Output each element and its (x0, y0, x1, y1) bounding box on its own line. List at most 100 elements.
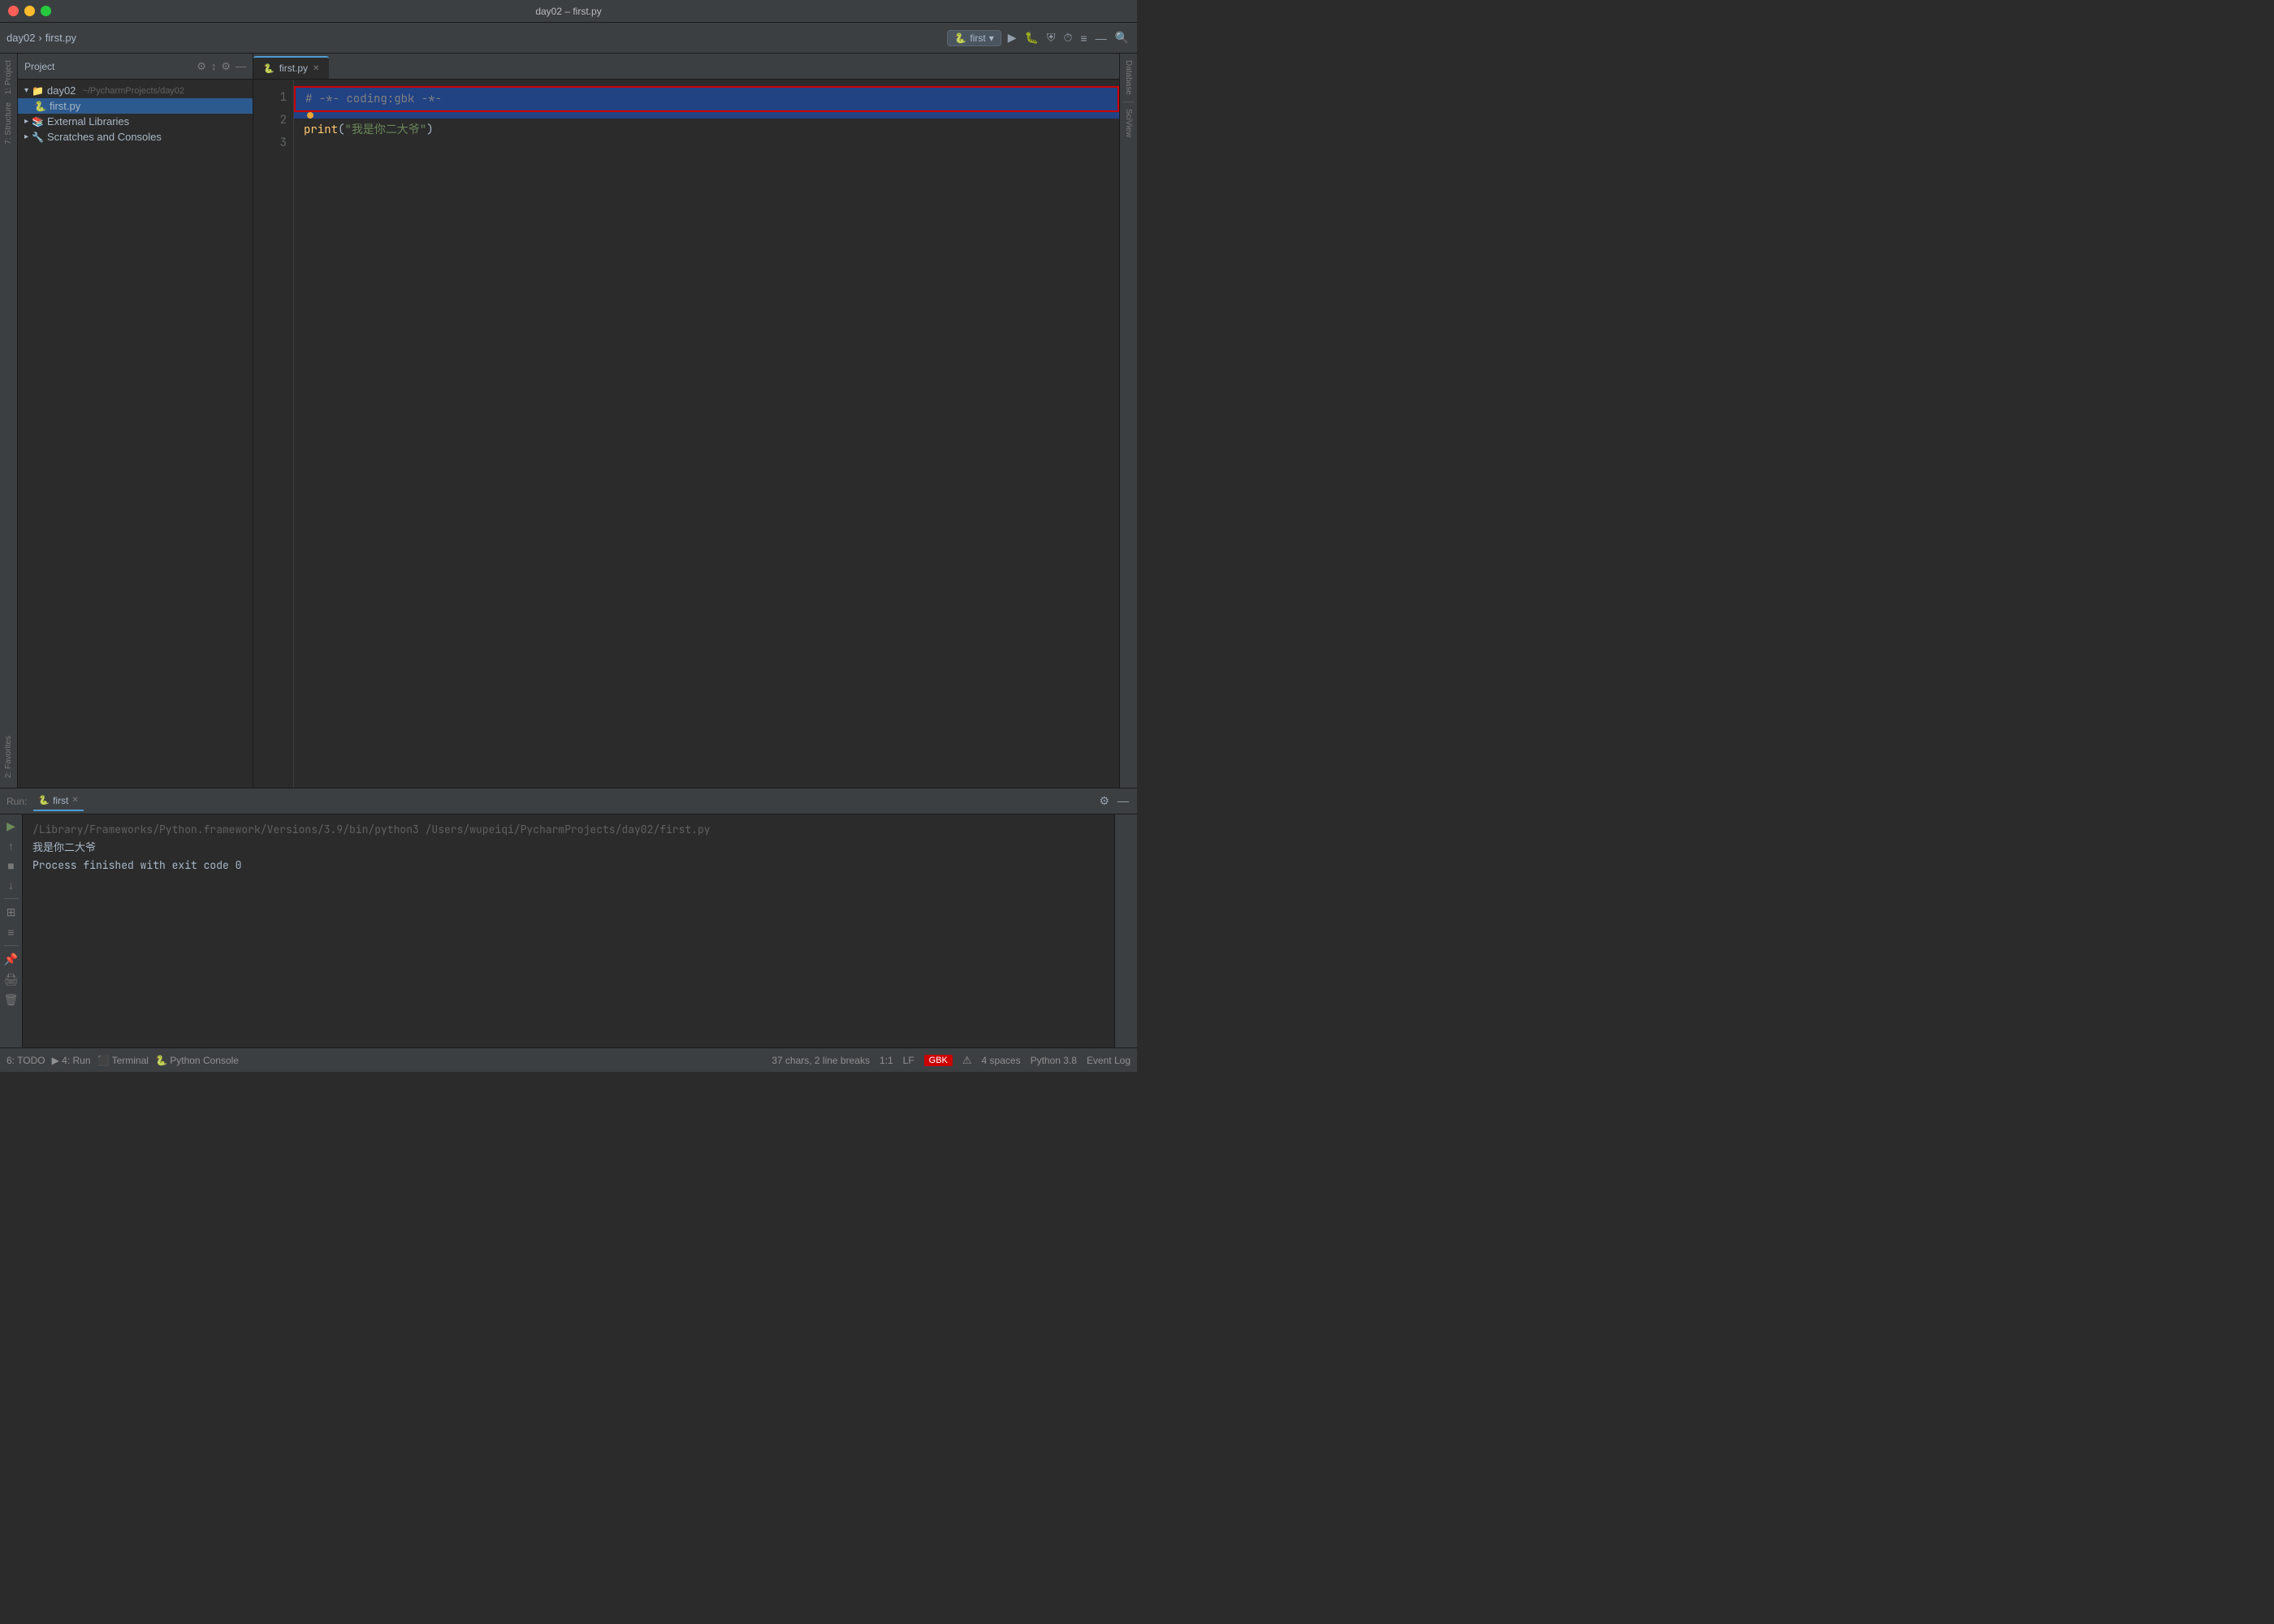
run-layout-icon[interactable]: ⊞ (6, 905, 16, 919)
minimize-button[interactable] (24, 6, 35, 16)
line-number-3: 3 (260, 132, 287, 154)
project-strip-label[interactable]: 1: Project (2, 57, 15, 97)
run-label: Run: (6, 796, 27, 807)
code-paren-close: ) (426, 119, 433, 141)
minimize-panel-button[interactable]: — (1094, 30, 1109, 46)
code-paren-open: ( (338, 119, 344, 141)
editor-content: 1 2 3 # -*- coding:gbk -*- print ( "我是你二… (253, 80, 1119, 788)
run-tab-first[interactable]: 🐍 first ✕ (33, 792, 83, 811)
run-settings-icon[interactable]: ⚙ (1097, 793, 1111, 810)
run-output-exit: Process finished with exit code 0 (32, 857, 1105, 875)
status-indent[interactable]: 4 spaces (982, 1055, 1021, 1066)
structure-strip-label[interactable]: 7: Structure (2, 99, 15, 148)
editor-tab-firstpy[interactable]: 🐍 first.py ✕ (253, 56, 329, 79)
status-line-sep[interactable]: LF (903, 1055, 914, 1066)
breadcrumb-project[interactable]: day02 (6, 32, 35, 44)
status-terminal[interactable]: ⬛ Terminal (97, 1055, 149, 1066)
main-layout: 1: Project 7: Structure 2: Favorites Pro… (0, 54, 1137, 788)
run-scroll-down-icon[interactable]: ↓ (8, 879, 14, 892)
status-python-console-label: Python Console (170, 1055, 239, 1066)
breakpoint-dot[interactable] (307, 112, 313, 119)
code-line-1: # -*- coding:gbk -*- (294, 86, 1119, 112)
close-button[interactable] (8, 6, 19, 16)
status-position[interactable]: 1:1 (880, 1055, 893, 1066)
right-sidebar-strip: Database SciView (1119, 54, 1137, 788)
project-tree: ▾ 📁 day02 ~/PycharmProjects/day02 🐍 firs… (18, 80, 253, 788)
panel-sort-icon[interactable]: ↕ (211, 60, 217, 72)
window-title: day02 – first.py (535, 6, 601, 17)
status-run-label: 4: Run (62, 1055, 90, 1066)
coverage-button[interactable]: ⛨ (1045, 29, 1057, 46)
profile-button[interactable]: ⏱ (1061, 29, 1074, 46)
run-tab-close-icon[interactable]: ✕ (71, 796, 78, 805)
tree-item-label: first.py (50, 100, 80, 112)
run-config-icon: 🐍 (954, 32, 966, 44)
run-button[interactable]: ▶ (1006, 29, 1018, 46)
status-terminal-label: Terminal (112, 1055, 149, 1066)
run-output-cmd: /Library/Frameworks/Python.framework/Ver… (32, 821, 1105, 839)
tree-item-scratches[interactable]: ▸ 🔧 Scratches and Consoles (18, 129, 253, 145)
code-editor[interactable]: # -*- coding:gbk -*- print ( "我是你二大爷" ) (294, 80, 1119, 788)
panel-settings-icon[interactable]: ⚙ (197, 60, 206, 73)
tree-item-label: External Libraries (47, 115, 129, 127)
status-python-console[interactable]: 🐍 Python Console (155, 1055, 239, 1066)
status-event-log[interactable]: Event Log (1087, 1055, 1131, 1066)
database-strip-label[interactable]: Database (1122, 57, 1135, 98)
run-icon-small: ▶ (52, 1055, 59, 1066)
sciview-strip-label[interactable]: SciView (1122, 106, 1135, 140)
editor-tabs: 🐍 first.py ✕ (253, 54, 1119, 80)
maximize-button[interactable] (41, 6, 51, 16)
tab-label: first.py (279, 63, 308, 74)
status-run[interactable]: ▶ 4: Run (52, 1055, 91, 1066)
tree-item-external-libraries[interactable]: ▸ 📚 External Libraries (18, 114, 253, 129)
line-number-1: 1 (260, 86, 287, 109)
window-controls[interactable] (8, 6, 51, 16)
bottom-panel: Run: 🐍 first ✕ ⚙ — ▶ ↑ ■ ↓ ⊞ ≡ 📌 🖨 🗑 /Li… (0, 788, 1137, 1047)
titlebar: day02 – first.py (0, 0, 1137, 23)
run-strip-divider-2 (4, 945, 19, 946)
run-config-dropdown[interactable]: 🐍 first ▾ (947, 30, 1001, 46)
breadcrumb-separator: › (38, 32, 41, 44)
run-play-icon[interactable]: ▶ (6, 819, 15, 833)
tab-close-icon[interactable]: ✕ (313, 64, 319, 73)
concurrency-button[interactable]: ≡ (1079, 30, 1088, 46)
panel-close-icon[interactable]: — (236, 60, 246, 72)
toolbar-right: 🐍 first ▾ ▶ 🐛 ⛨ ⏱ ≡ — 🔍 (947, 29, 1131, 46)
status-left: 6: TODO ▶ 4: Run ⬛ Terminal 🐍 Python Con… (6, 1055, 239, 1066)
run-list-icon[interactable]: ≡ (7, 926, 14, 939)
python-file-icon: 🐍 (34, 101, 46, 112)
project-panel-header: Project ⚙ ↕ ⚙ — (18, 54, 253, 80)
status-encoding-icon[interactable]: ⚠ (962, 1054, 972, 1067)
run-panel-tabs: Run: 🐍 first ✕ ⚙ — (0, 788, 1137, 814)
tree-item-label: day02 (47, 84, 76, 97)
run-scroll-up-icon[interactable]: ↑ (8, 840, 14, 853)
code-string: "我是你二大爷" (344, 119, 426, 141)
run-stop-icon[interactable]: ■ (7, 859, 14, 872)
panel-options-icon[interactable]: ⚙ (221, 60, 231, 73)
code-line-2 (294, 112, 1119, 119)
search-everywhere-button[interactable]: 🔍 (1113, 29, 1131, 46)
run-content-wrapper: ▶ ↑ ■ ↓ ⊞ ≡ 📌 🖨 🗑 /Library/Frameworks/Py… (0, 814, 1137, 1047)
run-tab-python-icon: 🐍 (38, 795, 50, 806)
favorites-strip-label[interactable]: 2: Favorites (2, 732, 15, 781)
tree-item-path: ~/PycharmProjects/day02 (82, 86, 184, 96)
status-python-ver[interactable]: Python 3.8 (1031, 1055, 1077, 1066)
status-stats[interactable]: 37 chars, 2 line breaks (772, 1055, 870, 1066)
run-strip-divider-1 (4, 898, 19, 899)
run-print-icon[interactable]: 🖨 (4, 973, 19, 987)
python-console-icon: 🐍 (155, 1055, 167, 1066)
line-numbers: 1 2 3 (253, 80, 294, 788)
run-output-result: 我是你二大爷 (32, 839, 1105, 857)
debug-button[interactable]: 🐛 (1023, 29, 1040, 46)
editor-area: 🐍 first.py ✕ 1 2 3 # -*- coding:gbk -*- (253, 54, 1119, 788)
scratches-icon: 🔧 (32, 132, 44, 143)
run-delete-icon[interactable]: 🗑 (4, 993, 19, 1007)
run-minimize-icon[interactable]: — (1116, 793, 1131, 810)
code-line-3: print ( "我是你二大爷" ) (304, 119, 1109, 141)
status-todo[interactable]: 6: TODO (6, 1055, 45, 1066)
status-encoding[interactable]: GBK (924, 1055, 953, 1066)
tree-item-firstpy[interactable]: 🐍 first.py (18, 98, 253, 114)
tree-item-day02[interactable]: ▾ 📁 day02 ~/PycharmProjects/day02 (18, 83, 253, 98)
run-pin-icon[interactable]: 📌 (4, 952, 18, 966)
breadcrumb-file[interactable]: first.py (45, 32, 76, 44)
